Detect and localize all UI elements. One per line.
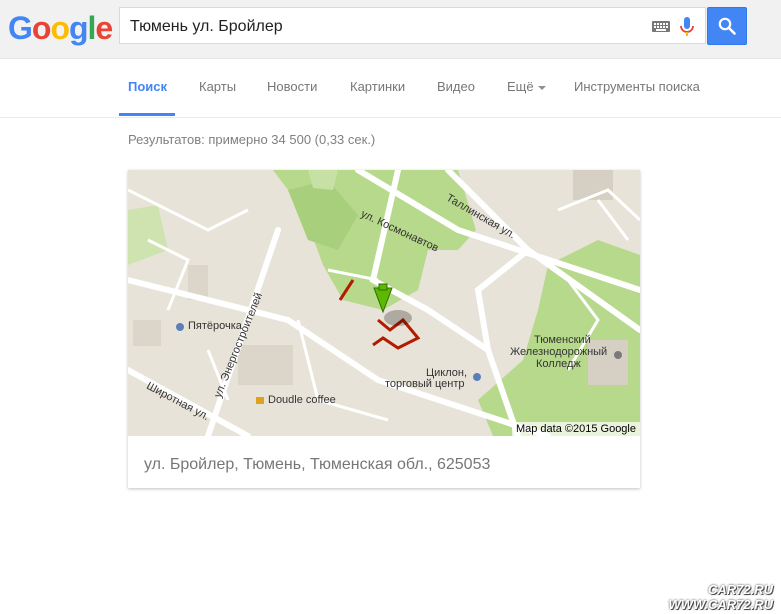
logo-letter: l bbox=[87, 10, 97, 46]
search-button[interactable] bbox=[707, 7, 747, 45]
watermark: CAR72.RU WWW.CAR72.RU bbox=[669, 582, 773, 612]
search-tabs: Поиск Карты Новости Картинки Видео Ещё И… bbox=[0, 59, 781, 118]
tab-video[interactable]: Видео bbox=[437, 79, 475, 94]
result-stats: Результатов: примерно 34 500 (0,33 сек.) bbox=[128, 132, 376, 147]
chevron-down-icon bbox=[537, 85, 546, 90]
tab-search-tools[interactable]: Инструменты поиска bbox=[574, 79, 700, 94]
map-attribution: Map data ©2015 Google bbox=[511, 422, 640, 436]
tab-maps[interactable]: Карты bbox=[199, 79, 236, 94]
map-view[interactable]: ул. Космонавтов Таллинская ул. ул. Энерг… bbox=[128, 170, 640, 436]
search-icon bbox=[718, 17, 736, 35]
logo-letter: g bbox=[68, 10, 89, 46]
tab-search[interactable]: Поиск bbox=[128, 79, 167, 94]
tab-news[interactable]: Новости bbox=[267, 79, 317, 94]
tab-more-label: Ещё bbox=[507, 79, 534, 94]
top-bar: Google bbox=[0, 0, 781, 59]
map-label-poi: Железнодорожный bbox=[510, 346, 608, 358]
map-label-poi: Тюменский bbox=[534, 334, 591, 346]
map-label-poi: Пятёрочка bbox=[188, 320, 242, 332]
tab-more[interactable]: Ещё bbox=[507, 79, 546, 94]
address-text[interactable]: ул. Бройлер, Тюмень, Тюменская обл., 625… bbox=[144, 456, 490, 474]
map-label-poi: Колледж bbox=[536, 358, 581, 370]
tab-images[interactable]: Картинки bbox=[350, 79, 405, 94]
watermark-line: CAR72.RU bbox=[707, 582, 773, 597]
search-input[interactable] bbox=[128, 13, 642, 41]
watermark-line: WWW.CAR72.RU bbox=[668, 597, 773, 612]
logo-letter: G bbox=[8, 10, 33, 46]
search-box bbox=[119, 7, 706, 44]
google-logo[interactable]: Google bbox=[8, 10, 113, 47]
map-label-poi: торговый центр bbox=[385, 378, 465, 390]
logo-letter: o bbox=[31, 10, 52, 46]
map-card: ул. Космонавтов Таллинская ул. ул. Энерг… bbox=[128, 170, 640, 488]
logo-letter: o bbox=[50, 10, 70, 46]
keyboard-icon[interactable] bbox=[652, 21, 670, 32]
logo-letter: e bbox=[95, 10, 113, 46]
map-label-poi: Doudle coffee bbox=[268, 394, 336, 406]
active-tab-indicator bbox=[119, 113, 175, 116]
map-graphic bbox=[128, 170, 640, 436]
mic-icon[interactable] bbox=[679, 16, 695, 38]
